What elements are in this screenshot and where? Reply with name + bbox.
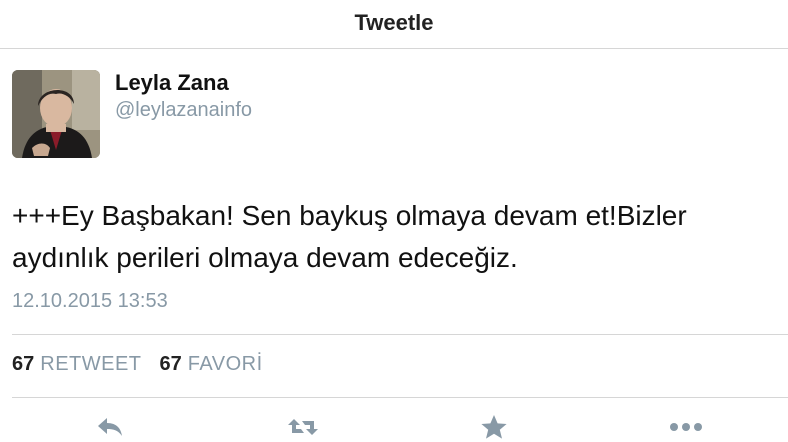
tweet-text: +++Ey Başbakan! Sen baykuş olmaya devam … xyxy=(12,200,687,273)
retweet-label[interactable]: RETWEET xyxy=(40,353,141,376)
page-title: Tweetle xyxy=(354,10,434,35)
more-dots-icon xyxy=(669,422,703,432)
favorite-button[interactable] xyxy=(474,412,514,442)
retweet-count[interactable]: 67 xyxy=(12,353,34,376)
tweet-timestamp: 12.10.2015 13:53 xyxy=(12,290,168,312)
stats-top-divider xyxy=(12,334,788,335)
stats-bottom-divider xyxy=(12,397,788,398)
author-handle[interactable]: @leylazanainfo xyxy=(115,99,252,122)
avatar[interactable] xyxy=(12,70,100,158)
author-display-name[interactable]: Leyla Zana xyxy=(115,70,229,96)
tweet-stats: 67 RETWEET 67 FAVORİ xyxy=(12,353,281,376)
retweet-button[interactable] xyxy=(283,412,323,442)
favorite-label[interactable]: FAVORİ xyxy=(188,353,263,376)
reply-button[interactable] xyxy=(90,412,130,442)
header-divider xyxy=(0,48,788,49)
tweet-actions xyxy=(0,412,788,442)
more-button[interactable] xyxy=(666,412,706,442)
reply-icon xyxy=(96,415,124,439)
favorite-count[interactable]: 67 xyxy=(160,353,182,376)
favorite-star-icon xyxy=(480,414,508,440)
retweet-icon xyxy=(286,415,320,439)
